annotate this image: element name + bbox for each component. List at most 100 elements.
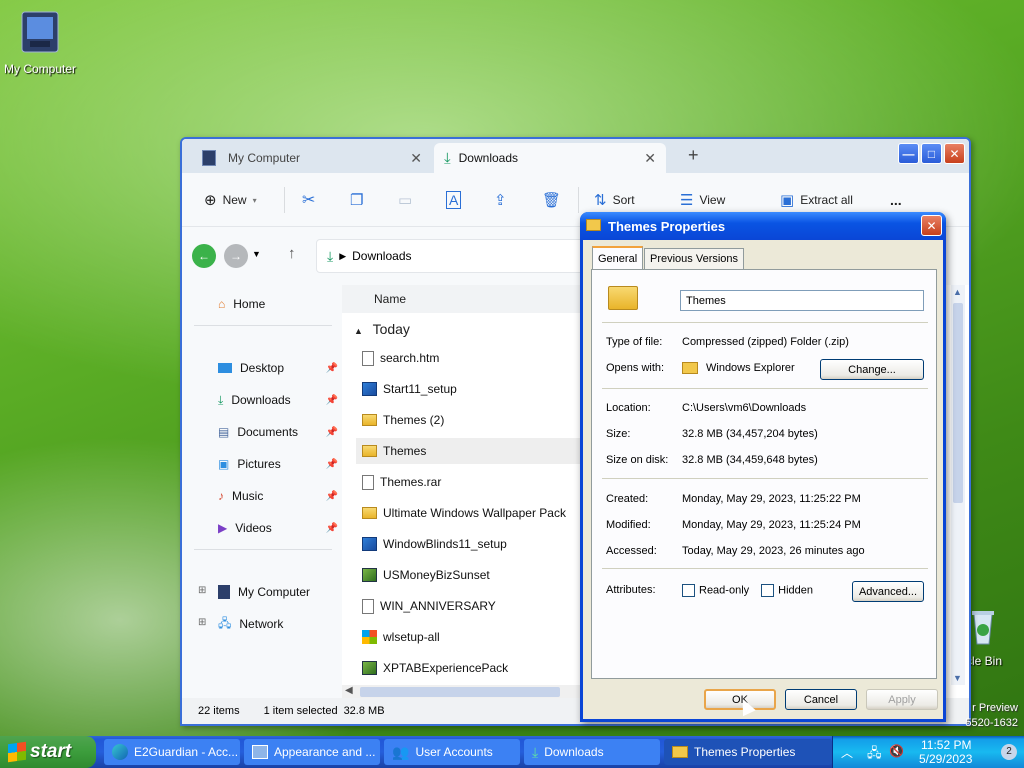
desktop-icon-my-computer[interactable]: My Computer bbox=[0, 10, 80, 76]
volume-icon[interactable]: 🔇 bbox=[889, 744, 904, 758]
checkbox-box[interactable] bbox=[761, 584, 775, 597]
taskbar-item-downloads[interactable]: ⤓ Downloads bbox=[524, 739, 660, 765]
hidden-checkbox[interactable]: Hidden bbox=[761, 584, 813, 597]
notification-badge[interactable]: 2 bbox=[1001, 744, 1017, 760]
horizontal-scrollbar[interactable]: ◀ bbox=[342, 685, 582, 699]
checkbox-box[interactable] bbox=[682, 584, 695, 597]
scroll-left-icon[interactable]: ◀ bbox=[345, 685, 353, 696]
system-tray: ︿ 🖧 🔇 11:52 PM 5/29/2023 2 bbox=[832, 736, 1024, 768]
navigation-pane: ⌂ Home Desktop 📌 ⤓ Downloads 📌 ▤ Documen… bbox=[182, 285, 342, 700]
view-button[interactable]: ☰ View bbox=[680, 187, 725, 213]
size-value: 32.8 MB (34,457,204 bytes) bbox=[682, 428, 818, 440]
delete-button[interactable]: 🗑 bbox=[542, 187, 561, 213]
new-tab-button[interactable]: + bbox=[688, 145, 699, 166]
pin-icon[interactable]: 📌 bbox=[326, 491, 338, 502]
scroll-thumb[interactable] bbox=[953, 303, 963, 503]
share-button[interactable]: ⇪ bbox=[494, 187, 507, 213]
scroll-down-icon[interactable]: ▼ bbox=[953, 673, 962, 683]
minimize-button[interactable]: — bbox=[898, 143, 919, 164]
file-row[interactable]: XPTABExperiencePack bbox=[356, 655, 582, 681]
tab-general[interactable]: General bbox=[592, 246, 644, 269]
file-row[interactable]: Start11_setup bbox=[356, 376, 582, 402]
close-icon[interactable]: ✕ bbox=[644, 150, 656, 167]
pin-icon[interactable]: 📌 bbox=[326, 363, 338, 374]
taskbar-item-appearance[interactable]: Appearance and ... bbox=[244, 739, 380, 765]
taskbar-item-e2guardian[interactable]: E2Guardian - Acc... bbox=[104, 739, 240, 765]
new-button[interactable]: ⊕ New ▾ bbox=[204, 187, 257, 213]
start-button[interactable]: start bbox=[0, 736, 96, 768]
sort-label: Sort bbox=[612, 193, 635, 207]
pin-icon[interactable]: 📌 bbox=[326, 459, 338, 470]
file-row[interactable]: USMoneyBizSunset bbox=[356, 562, 582, 588]
scroll-up-icon[interactable]: ▲ bbox=[953, 287, 962, 297]
nav-item-label: Downloads bbox=[231, 393, 291, 407]
close-button[interactable]: ✕ bbox=[921, 215, 942, 236]
rename-button[interactable]: A bbox=[446, 187, 462, 213]
clock-date[interactable]: 5/29/2023 bbox=[919, 752, 972, 766]
column-header-name[interactable]: Name bbox=[342, 285, 582, 313]
apply-button[interactable]: Apply bbox=[866, 689, 938, 710]
clock-time[interactable]: 11:52 PM bbox=[921, 738, 971, 752]
nav-item-music[interactable]: ♪ Music 📌 bbox=[218, 485, 338, 507]
nav-item-network[interactable]: 🖧 Network bbox=[218, 613, 338, 635]
file-row[interactable]: search.htm bbox=[356, 345, 582, 371]
tab-my-computer[interactable]: My Computer ✕ bbox=[192, 143, 432, 173]
close-button[interactable]: ✕ bbox=[944, 143, 965, 164]
chevron-up-icon[interactable]: ︿ bbox=[841, 744, 853, 761]
nav-item-desktop[interactable]: Desktop 📌 bbox=[218, 357, 338, 379]
file-name-input[interactable]: Themes bbox=[680, 290, 924, 311]
group-header-today[interactable]: ▲ Today bbox=[354, 321, 410, 337]
task-label: Themes Properties bbox=[694, 745, 796, 759]
close-icon[interactable]: ✕ bbox=[410, 150, 422, 167]
change-label: Change... bbox=[848, 363, 896, 376]
zip-folder-icon bbox=[672, 746, 688, 758]
document-icon bbox=[362, 350, 374, 366]
nav-item-home[interactable]: ⌂ Home bbox=[218, 293, 338, 315]
forward-button[interactable]: → bbox=[224, 244, 248, 268]
nav-item-videos[interactable]: ▶ Videos 📌 bbox=[218, 517, 338, 539]
file-name: Themes.rar bbox=[380, 475, 442, 489]
scroll-thumb[interactable] bbox=[360, 687, 560, 697]
file-row[interactable]: Ultimate Windows Wallpaper Pack bbox=[356, 500, 582, 526]
tab-downloads[interactable]: ⤓ Downloads ✕ bbox=[434, 143, 666, 173]
file-row[interactable]: Themes.rar bbox=[356, 469, 582, 495]
file-row[interactable]: WIN_ANNIVERSARY bbox=[356, 593, 582, 619]
maximize-button[interactable]: □ bbox=[921, 143, 942, 164]
tab-previous-versions[interactable]: Previous Versions bbox=[644, 248, 745, 269]
change-button[interactable]: Change... bbox=[820, 359, 924, 380]
readonly-checkbox[interactable]: Read-only bbox=[682, 584, 749, 597]
extract-all-button[interactable]: ▣ Extract all bbox=[780, 187, 853, 213]
up-arrow-icon[interactable]: ↑ bbox=[288, 245, 296, 262]
address-bar[interactable]: ⤓ ▶ Downloads bbox=[316, 239, 586, 273]
taskbar-item-user-accounts[interactable]: 👥 User Accounts bbox=[384, 739, 520, 765]
file-row[interactable]: wlsetup-all bbox=[356, 624, 582, 650]
network-icon[interactable]: 🖧 bbox=[867, 744, 882, 766]
nav-item-my-computer[interactable]: My Computer bbox=[218, 581, 338, 603]
nav-item-downloads[interactable]: ⤓ Downloads 📌 bbox=[218, 389, 338, 411]
expand-icon[interactable]: ⊞ bbox=[198, 585, 206, 596]
pictures-icon: ▣ bbox=[218, 457, 230, 471]
advanced-button[interactable]: Advanced... bbox=[852, 581, 924, 602]
file-row[interactable]: WindowBlinds11_setup bbox=[356, 531, 582, 557]
sort-button[interactable]: ⇅ Sort bbox=[594, 187, 635, 213]
pin-icon[interactable]: 📌 bbox=[326, 523, 338, 534]
chevron-down-icon[interactable]: ▼ bbox=[252, 249, 261, 259]
pin-icon[interactable]: 📌 bbox=[326, 395, 338, 406]
cut-button[interactable]: ✂ bbox=[302, 187, 315, 213]
taskbar-item-themes-properties[interactable]: Themes Properties bbox=[664, 739, 832, 765]
nav-item-pictures[interactable]: ▣ Pictures 📌 bbox=[218, 453, 338, 475]
copy-button[interactable]: ❐ bbox=[350, 187, 363, 213]
file-row[interactable]: Themes bbox=[356, 438, 582, 464]
installer-icon bbox=[362, 382, 377, 396]
paste-button[interactable]: ▭ bbox=[398, 187, 412, 213]
watermark-line1: r Preview bbox=[972, 702, 1018, 714]
vertical-scrollbar[interactable]: ▲ ▼ bbox=[951, 285, 965, 685]
cancel-button[interactable]: Cancel bbox=[785, 689, 857, 710]
file-name-value: Themes bbox=[686, 294, 726, 307]
more-options-button[interactable]: ... bbox=[890, 187, 902, 213]
pin-icon[interactable]: 📌 bbox=[326, 427, 338, 438]
back-button[interactable]: ← bbox=[192, 244, 216, 268]
expand-icon[interactable]: ⊞ bbox=[198, 617, 206, 628]
file-row[interactable]: Themes (2) bbox=[356, 407, 582, 433]
nav-item-documents[interactable]: ▤ Documents 📌 bbox=[218, 421, 338, 443]
